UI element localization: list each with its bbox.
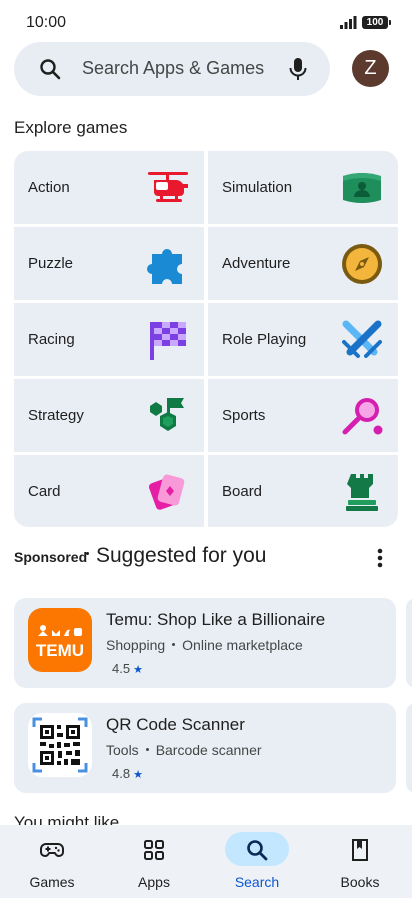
nav-label: Games [29,874,75,890]
app-category: Shopping [106,637,166,653]
category-label: Simulation [222,179,293,196]
category-label: Board [222,483,263,500]
temu-logo-graphic: TEMU [36,625,84,660]
category-tile-action[interactable]: Action [14,151,204,224]
checkered-flag-icon [150,322,186,360]
bottom-navigation: Games Apps Search Books [0,825,412,898]
nav-tab-apps[interactable]: Apps [104,825,204,898]
category-tile-simulation[interactable]: Simulation [208,151,398,224]
search-bar[interactable]: Search Apps & Games [14,42,330,96]
search-icon [40,59,61,80]
apps-grid-icon [144,840,164,860]
avatar[interactable]: Z [352,50,389,87]
section-title-suggested: Suggested for you [96,544,267,567]
qr-code-icon [28,713,92,777]
category-label: Sports [222,407,266,424]
nav-tab-search[interactable]: Search [207,825,307,898]
category-label: Adventure [222,255,291,272]
category-label: Role Playing [222,331,307,348]
nav-label: Search [234,874,280,890]
temu-logo-text: TEMU [36,641,84,660]
book-icon [352,839,368,861]
app-subcategory: Barcode scanner [155,742,262,758]
category-label: Racing [28,331,75,348]
status-time: 10:00 [26,14,67,31]
puzzle-piece-icon [147,249,182,284]
category-label: Strategy [28,407,84,424]
category-tile-adventure[interactable]: Adventure [208,227,398,300]
app-rating: 4.5 ★ [112,661,143,676]
star-icon: ★ [133,769,143,781]
search-icon [247,840,268,861]
category-tile-board[interactable]: Board [208,455,398,527]
separator-dot [145,748,149,752]
category-label: Card [28,483,61,500]
app-rating: 4.8 ★ [112,766,143,781]
category-tile-racing[interactable]: Racing [14,303,204,376]
nav-label: Books [340,874,380,890]
strategy-flag-icon [150,398,184,431]
helicopter-icon [148,172,188,202]
compass-icon [342,244,382,284]
separator-dot [86,552,89,555]
category-tile-puzzle[interactable]: Puzzle [14,227,204,300]
category-tile-strategy[interactable]: Strategy [14,379,204,452]
category-tile-sports[interactable]: Sports [208,379,398,452]
app-card-qr-scanner[interactable]: QR Code Scanner Tools Barcode scanner 4.8… [14,703,396,793]
app-category: Tools [106,742,139,758]
section-title-explore-games: Explore games [14,118,128,137]
app-name: Temu: Shop Like a Billionaire [106,610,326,629]
category-label: Puzzle [28,255,74,272]
separator-dot [172,643,176,647]
chess-rook-icon [346,474,378,511]
app-card-next-peek[interactable] [406,598,412,688]
app-meta: Tools Barcode scanner [106,742,262,758]
rating-value: 4.5 [112,661,131,676]
app-card-temu[interactable]: TEMU Temu: Shop Like a Billionaire Shopp… [14,598,396,688]
gamepad-icon [40,843,64,857]
rating-value: 4.8 [112,766,131,781]
app-subcategory: Online marketplace [182,637,303,653]
hologram-icon [343,173,381,203]
nav-tab-games[interactable]: Games [2,825,102,898]
app-name: QR Code Scanner [106,715,245,734]
search-input[interactable]: Search Apps & Games [82,58,264,79]
category-label: Action [28,179,70,196]
microphone-icon[interactable] [286,56,310,82]
more-options-icon[interactable] [372,546,388,570]
signal-icon [340,16,357,29]
category-tile-role-playing[interactable]: Role Playing [208,303,398,376]
app-card-next-peek[interactable] [406,703,412,793]
game-categories-grid: Action Simulation Puzzle Adventure Racin… [14,151,398,527]
qr-code-graphic [32,717,88,773]
temu-logo: TEMU [28,608,92,672]
battery-icon: 100 [362,16,391,29]
app-meta: Shopping Online marketplace [106,637,303,653]
crossed-swords-icon [342,320,382,358]
nav-label: Apps [138,874,170,890]
category-tile-card[interactable]: Card [14,455,204,527]
sponsored-label: Sponsored [14,549,88,565]
star-icon: ★ [133,664,143,676]
status-bar: 10:00 100 [0,0,412,44]
tennis-racket-icon [342,398,383,435]
nav-tab-books[interactable]: Books [310,825,410,898]
playing-card-icon [149,474,185,510]
